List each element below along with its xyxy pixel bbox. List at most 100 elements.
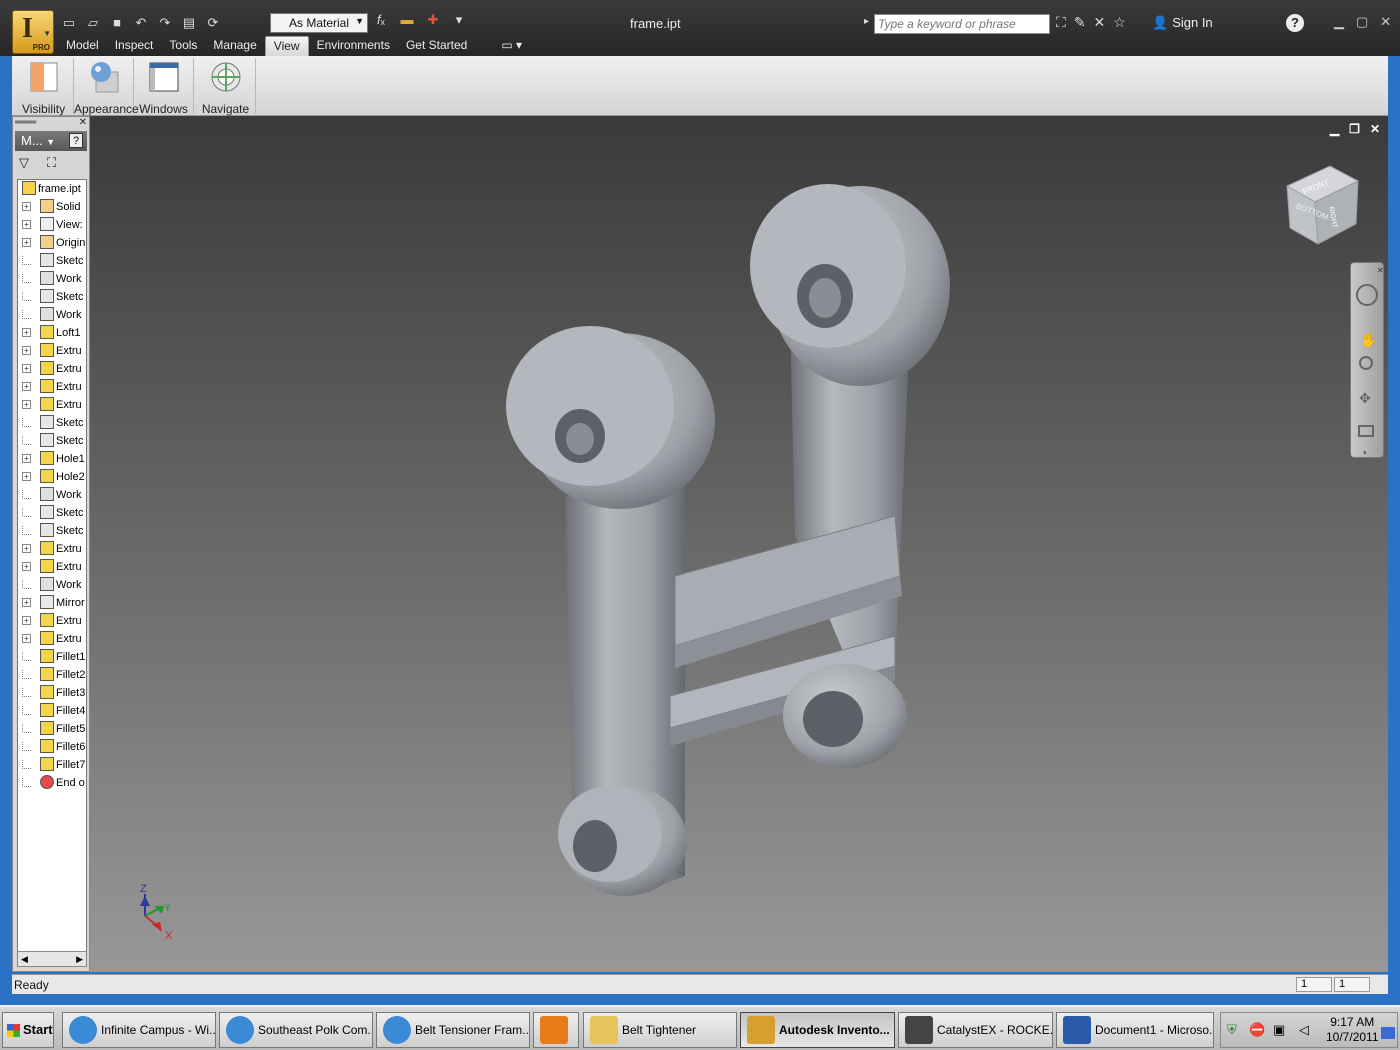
maximize-icon[interactable]: ▢ — [1356, 14, 1368, 30]
material-dropdown[interactable]: As Material ▼ — [270, 13, 368, 33]
navbar-options-icon[interactable]: ▾ — [1363, 450, 1367, 457]
expand-plus-icon[interactable]: + — [22, 634, 31, 643]
tree-node[interactable]: Work — [18, 270, 86, 288]
minimize-icon[interactable]: ▁ — [1334, 14, 1344, 30]
expand-plus-icon[interactable]: + — [22, 616, 31, 625]
expand-plus-icon[interactable]: + — [22, 544, 31, 553]
tree-node[interactable]: Fillet2 — [18, 666, 86, 684]
viewcube[interactable]: FRONT RIGHT BOTTOM — [1285, 165, 1360, 245]
tree-node[interactable]: Fillet4 — [18, 702, 86, 720]
tree-node[interactable]: End o — [18, 774, 86, 792]
tree-node[interactable]: + Extru — [18, 342, 86, 360]
customize-icon[interactable]: ▾ — [450, 12, 468, 28]
tree-node[interactable]: + Extru — [18, 612, 86, 630]
windows-button[interactable]: Windows — [134, 58, 194, 116]
browser-scrollbar[interactable]: ◀ ▶ — [17, 951, 87, 967]
tree-node[interactable]: + Extru — [18, 558, 86, 576]
tab-environments[interactable]: Environments — [309, 36, 398, 56]
taskbar-item[interactable] — [533, 1012, 579, 1048]
tab-inspect[interactable]: Inspect — [107, 36, 162, 56]
close-icon[interactable]: ✕ — [1380, 14, 1391, 30]
browser-selector[interactable]: M... ▼ ? — [15, 131, 87, 151]
tree-node[interactable]: Fillet1 — [18, 648, 86, 666]
update-icon[interactable]: ⟳ — [204, 15, 222, 31]
tree-node[interactable]: Fillet6 — [18, 738, 86, 756]
communication-icon[interactable]: ✕ — [1094, 14, 1106, 31]
tree-node[interactable]: Sketc — [18, 252, 86, 270]
tools-icon[interactable]: ✎ — [1074, 14, 1086, 31]
taskbar-item[interactable]: Southeast Polk Com... — [219, 1012, 373, 1048]
tree-node[interactable]: Fillet3 — [18, 684, 86, 702]
tree-node[interactable]: + Origin — [18, 234, 86, 252]
tree-node[interactable]: + Hole1 — [18, 450, 86, 468]
taskbar-item[interactable]: Belt Tightener — [583, 1012, 737, 1048]
tab-model[interactable]: Model — [58, 36, 107, 56]
look-at-icon[interactable] — [1358, 425, 1374, 437]
tree-node[interactable]: + View: — [18, 216, 86, 234]
taskbar-item[interactable]: Belt Tensioner Fram... — [376, 1012, 530, 1048]
tree-node[interactable]: Sketc — [18, 432, 86, 450]
expand-plus-icon[interactable]: + — [22, 346, 31, 355]
scroll-right-icon[interactable]: ▶ — [76, 954, 83, 965]
tree-node[interactable]: Fillet5 — [18, 720, 86, 738]
measure-icon[interactable]: ▬ — [398, 12, 416, 28]
network-warning-icon[interactable]: ⛔ — [1249, 1022, 1265, 1038]
visibility-button[interactable]: Visibility — [14, 58, 74, 116]
tree-node[interactable]: + Hole2 — [18, 468, 86, 486]
clock[interactable]: 9:17 AM 10/7/2011 — [1326, 1015, 1379, 1045]
tree-node[interactable]: Sketc — [18, 288, 86, 306]
expand-plus-icon[interactable]: + — [22, 382, 31, 391]
filter-icon[interactable]: ▽ — [19, 155, 29, 171]
volume-icon[interactable]: ◁ — [1299, 1022, 1309, 1038]
tree-node[interactable]: Work — [18, 486, 86, 504]
undo-icon[interactable]: ↶ — [132, 15, 150, 31]
tree-root[interactable]: frame.ipt — [18, 180, 86, 198]
tree-node[interactable]: Work — [18, 306, 86, 324]
scroll-left-icon[interactable]: ◀ — [21, 954, 28, 965]
tab-manage[interactable]: Manage — [205, 36, 264, 56]
help-button[interactable]: ? — [1286, 14, 1304, 32]
expand-plus-icon[interactable]: + — [22, 472, 31, 481]
taskbar-item[interactable]: Autodesk Invento... — [740, 1012, 895, 1048]
tree-node[interactable]: + Loft1 — [18, 324, 86, 342]
tree-node[interactable]: + Extru — [18, 360, 86, 378]
expand-plus-icon[interactable]: + — [22, 202, 31, 211]
expand-plus-icon[interactable]: + — [22, 400, 31, 409]
tree-node[interactable]: + Extru — [18, 378, 86, 396]
search-input[interactable]: Type a keyword or phrase — [874, 14, 1050, 34]
browser-grip[interactable]: ═══ ✕ — [13, 117, 89, 129]
parameters-icon[interactable]: fₓ — [372, 12, 390, 28]
tab-tools[interactable]: Tools — [161, 36, 205, 56]
browser-help-button[interactable]: ? — [69, 133, 83, 148]
show-desktop-icon[interactable] — [1381, 1027, 1395, 1039]
redo-icon[interactable]: ↷ — [156, 15, 174, 31]
ribbon-options-icon[interactable]: ▭ ▾ — [493, 36, 530, 56]
binoculars-icon[interactable]: ⛶ — [1056, 14, 1066, 31]
project-icon[interactable]: ▤ — [180, 15, 198, 31]
tree-node[interactable]: + Extru — [18, 396, 86, 414]
open-icon[interactable]: ▱ — [84, 15, 102, 31]
frame-part-model[interactable] — [506, 184, 950, 896]
tree-node[interactable]: Work — [18, 576, 86, 594]
orbit-icon[interactable]: ✥ — [1359, 390, 1371, 406]
tab-get-started[interactable]: Get Started — [398, 36, 475, 56]
network-icon[interactable]: ▣ — [1273, 1022, 1285, 1038]
favorites-star-icon[interactable]: ☆ — [1113, 14, 1126, 31]
tree-node[interactable]: Fillet7 — [18, 756, 86, 774]
expand-arrow-icon[interactable]: ▸ — [864, 16, 869, 27]
tree-node[interactable]: + Solid — [18, 198, 86, 216]
adjust-icon[interactable]: ✚ — [424, 12, 442, 28]
tree-node[interactable]: + Mirror — [18, 594, 86, 612]
expand-plus-icon[interactable]: + — [22, 238, 31, 247]
find-binoculars-icon[interactable]: ⛶ — [47, 155, 56, 171]
taskbar-item[interactable]: Document1 - Microso... — [1056, 1012, 1214, 1048]
taskbar-item[interactable]: Infinite Campus - Wi... — [62, 1012, 216, 1048]
zoom-icon[interactable] — [1359, 356, 1373, 370]
tab-view[interactable]: View — [264, 36, 309, 56]
expand-plus-icon[interactable]: + — [22, 562, 31, 571]
graphics-viewport[interactable]: ▁ ❐ ✕ Z Y X FRONT RIGHT BOTTOM ✕ ✋ ✥ ▾ — [90, 116, 1388, 972]
start-button[interactable]: Start — [2, 1012, 54, 1048]
navigate-button[interactable]: Navigate — [196, 58, 256, 116]
tree-node[interactable]: Sketc — [18, 522, 86, 540]
tree-node[interactable]: Sketc — [18, 414, 86, 432]
